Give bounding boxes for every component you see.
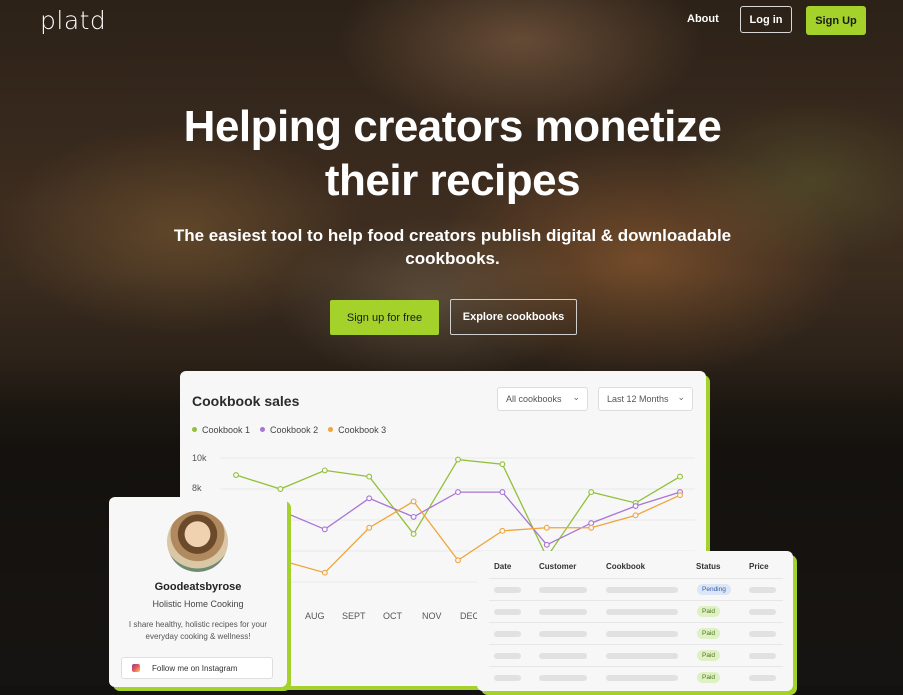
cookbook-placeholder <box>606 587 678 593</box>
table-row[interactable]: Paid <box>489 622 783 645</box>
table-row[interactable]: Paid <box>489 600 783 623</box>
instagram-button-label: Follow me on Instagram <box>152 663 238 673</box>
data-point[interactable] <box>543 524 550 531</box>
column-header-status: Status <box>696 562 721 571</box>
data-point[interactable] <box>366 473 373 480</box>
explore-cookbooks-button[interactable]: Explore cookbooks <box>450 299 577 335</box>
data-point[interactable] <box>410 513 417 520</box>
avatar <box>167 511 228 572</box>
customer-placeholder <box>539 653 587 659</box>
cookbook-placeholder <box>606 675 678 681</box>
column-header-price: Price <box>749 562 769 571</box>
price-placeholder <box>749 609 776 615</box>
data-point[interactable] <box>632 503 639 510</box>
data-point[interactable] <box>543 541 550 548</box>
table-row[interactable]: Pending <box>489 578 783 601</box>
data-point[interactable] <box>588 489 595 496</box>
data-point[interactable] <box>499 461 506 468</box>
series-line-2 <box>235 491 681 554</box>
data-point[interactable] <box>677 492 683 499</box>
table-row[interactable]: Paid <box>489 666 783 689</box>
status-badge: Paid <box>697 650 721 661</box>
date-placeholder <box>494 675 521 681</box>
cookbook-placeholder <box>606 631 678 637</box>
status-badge: Paid <box>697 628 721 639</box>
data-point[interactable] <box>455 456 461 463</box>
nav-about-link[interactable]: About <box>687 13 719 25</box>
date-placeholder <box>494 609 521 615</box>
data-point[interactable] <box>499 489 506 496</box>
column-header-date: Date <box>494 562 512 571</box>
data-point[interactable] <box>677 473 683 480</box>
instagram-follow-button[interactable]: Follow me on Instagram <box>121 657 273 679</box>
customer-placeholder <box>539 587 587 593</box>
customer-placeholder <box>539 675 587 681</box>
signup-free-button[interactable]: Sign up for free <box>330 300 439 335</box>
instagram-icon <box>132 664 140 672</box>
creator-bio: I share healthy, holistic recipes for yo… <box>128 620 268 641</box>
status-badge: Paid <box>697 606 721 617</box>
data-point[interactable] <box>321 467 328 474</box>
series-line-1 <box>235 458 681 559</box>
column-header-customer: Customer <box>539 562 577 571</box>
data-point[interactable] <box>632 512 639 519</box>
data-point[interactable] <box>233 472 239 479</box>
login-button[interactable]: Log in <box>740 6 792 33</box>
data-point[interactable] <box>410 498 417 505</box>
signup-button[interactable]: Sign Up <box>806 6 866 35</box>
date-placeholder <box>494 587 521 593</box>
price-placeholder <box>749 587 776 593</box>
orders-table-card: Date Customer Cookbook Status Price Pend… <box>477 551 793 691</box>
column-header-cookbook: Cookbook <box>606 562 646 571</box>
price-placeholder <box>749 653 776 659</box>
date-placeholder <box>494 653 521 659</box>
data-point[interactable] <box>366 524 373 531</box>
status-badge: Pending <box>697 584 731 595</box>
logo[interactable]: platd <box>40 6 106 35</box>
table-row[interactable]: Paid <box>489 644 783 667</box>
data-point[interactable] <box>321 569 328 576</box>
data-point[interactable] <box>588 524 595 531</box>
creator-profile-card: Goodeatsbyrose Holistic Home Cooking I s… <box>109 497 287 687</box>
price-placeholder <box>749 675 776 681</box>
price-placeholder <box>749 631 776 637</box>
data-point[interactable] <box>588 520 595 527</box>
creator-tagline: Holistic Home Cooking <box>152 599 244 609</box>
cookbook-placeholder <box>606 609 678 615</box>
data-point[interactable] <box>366 495 373 502</box>
creator-name: Goodeatsbyrose <box>154 581 242 593</box>
data-point[interactable] <box>455 489 461 496</box>
date-placeholder <box>494 631 521 637</box>
hero-title: Helping creators monetize their recipes <box>183 102 722 205</box>
customer-placeholder <box>539 609 587 615</box>
data-point[interactable] <box>277 486 284 492</box>
data-point[interactable] <box>321 526 328 533</box>
data-point[interactable] <box>410 531 417 537</box>
cookbook-placeholder <box>606 653 678 659</box>
status-badge: Paid <box>697 672 721 683</box>
data-point[interactable] <box>499 527 506 534</box>
data-point[interactable] <box>455 557 461 564</box>
hero-subtitle: The easiest tool to help food creators p… <box>173 226 732 268</box>
customer-placeholder <box>539 631 587 637</box>
